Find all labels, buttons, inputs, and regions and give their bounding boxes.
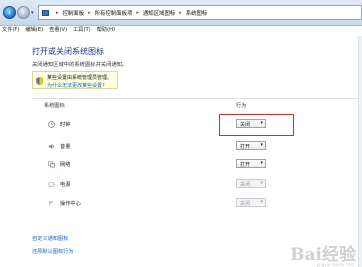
shield-icon bbox=[36, 77, 43, 85]
control-panel-icon bbox=[42, 10, 49, 16]
chevron-right-icon: ▸ bbox=[88, 10, 91, 16]
power-behavior-select[interactable]: 关闭 ▾ bbox=[236, 179, 266, 188]
menu-edit[interactable]: 编辑(E) bbox=[25, 26, 43, 36]
column-header-icon: 系统图标 bbox=[44, 103, 65, 109]
select-value: 打开 bbox=[240, 144, 251, 150]
restore-default-behaviors-link[interactable]: 还原默认图标行为 bbox=[32, 248, 74, 255]
notice-text: 某些设置由系统管理员管理。 bbox=[47, 75, 113, 81]
action-center-behavior-select[interactable]: 关闭 ▾ bbox=[236, 198, 266, 207]
chevron-down-icon: ▾ bbox=[260, 180, 263, 186]
power-icon bbox=[48, 182, 55, 187]
table-row: 网络 打开 ▾ bbox=[32, 157, 362, 175]
select-value: 关闭 bbox=[240, 182, 251, 188]
table-row: 电源 关闭 ▾ bbox=[32, 177, 362, 195]
row-label-power: 电源 bbox=[60, 182, 71, 188]
chevron-down-icon: ▾ bbox=[260, 199, 263, 205]
highlight-box bbox=[219, 114, 294, 136]
select-value: 关闭 bbox=[240, 201, 251, 207]
customize-notification-icons-link[interactable]: 自定义通知图标 bbox=[32, 235, 68, 242]
chevron-down-icon: ▾ bbox=[260, 160, 263, 166]
breadcrumb-item[interactable]: 控制面板 bbox=[63, 9, 85, 17]
chevron-down-icon[interactable]: ▾ bbox=[31, 10, 34, 16]
back-button[interactable]: ‹ bbox=[3, 6, 16, 19]
scrollbar[interactable] bbox=[358, 36, 362, 267]
network-icon bbox=[48, 161, 55, 168]
row-label-clock: 时钟 bbox=[60, 122, 71, 128]
breadcrumb[interactable]: ▸ 控制面板 ▸ 所有控制面板项 ▸ 通知区域图标 ▸ 系统图标 bbox=[38, 5, 362, 20]
breadcrumb-item[interactable]: 系统图标 bbox=[186, 9, 208, 17]
column-header-behavior: 行为 bbox=[236, 103, 247, 109]
breadcrumb-item[interactable]: 通知区域图标 bbox=[143, 9, 175, 17]
action-center-icon bbox=[49, 200, 55, 207]
menu-file[interactable]: 文件(F) bbox=[2, 26, 19, 36]
volume-icon bbox=[48, 143, 55, 150]
breadcrumb-item[interactable]: 所有控制面板项 bbox=[95, 9, 133, 17]
volume-behavior-select[interactable]: 打开 ▾ bbox=[236, 141, 266, 150]
network-behavior-select[interactable]: 打开 ▾ bbox=[236, 159, 266, 168]
watermark-url: jingyan.baidu.com bbox=[317, 262, 354, 267]
row-label-volume: 音量 bbox=[60, 144, 71, 150]
page-subtitle: 关闭通知区域中的系统图标并关闭通知。 bbox=[32, 62, 128, 68]
menu-help[interactable]: 帮助(H) bbox=[97, 26, 115, 36]
system-icons-table: 系统图标 行为 时钟 关闭 ▾ 音量 打开 ▾ 网络 打开 ▾ 电源 关闭 ▾ bbox=[32, 98, 362, 216]
row-label-action-center: 操作中心 bbox=[60, 201, 81, 207]
forward-button[interactable]: › bbox=[17, 6, 30, 19]
select-value: 打开 bbox=[240, 162, 251, 168]
row-label-network: 网络 bbox=[60, 162, 71, 168]
page-title: 打开或关闭系统图标 bbox=[32, 47, 104, 56]
notice-link[interactable]: 为什么无法更改某些设置? bbox=[47, 82, 105, 89]
clock-icon bbox=[48, 121, 55, 128]
menu-view[interactable]: 查看(V) bbox=[49, 26, 67, 36]
admin-notice: 某些设置由系统管理员管理。 为什么无法更改某些设置? bbox=[32, 71, 118, 89]
chevron-right-icon: ▸ bbox=[56, 10, 59, 16]
table-row: 音量 打开 ▾ bbox=[32, 139, 362, 157]
chevron-right-icon: ▸ bbox=[136, 10, 139, 16]
chevron-right-icon: ▸ bbox=[179, 10, 182, 16]
chevron-down-icon: ▾ bbox=[260, 142, 263, 148]
menu-tools[interactable]: 工具(T) bbox=[73, 26, 91, 36]
table-row: 时钟 关闭 ▾ bbox=[32, 117, 362, 135]
address-bar: ‹ › ▾ ▸ 控制面板 ▸ 所有控制面板项 ▸ 通知区域图标 ▸ 系统图标 bbox=[0, 0, 362, 26]
menu-bar: 文件(F) 编辑(E) 查看(V) 工具(T) 帮助(H) bbox=[0, 26, 362, 36]
table-row: 操作中心 关闭 ▾ bbox=[32, 196, 362, 214]
